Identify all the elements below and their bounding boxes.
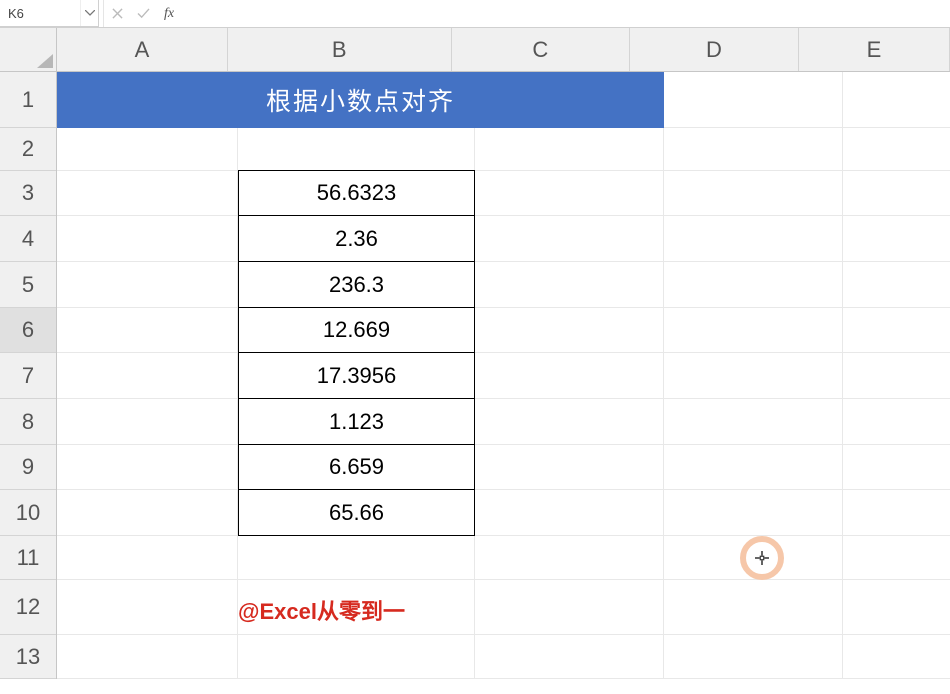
data-cell[interactable]: 65.66 <box>238 489 475 536</box>
gridline-horizontal <box>57 678 950 679</box>
title-text: 根据小数点对齐 <box>266 82 455 118</box>
name-box-dropdown-icon[interactable] <box>80 0 98 26</box>
gridline-horizontal <box>57 215 950 216</box>
data-cell-value: 1.123 <box>329 409 384 435</box>
spreadsheet-grid: ABCDE 12345678910111213 根据小数点对齐56.63232.… <box>0 28 950 694</box>
gridline-horizontal <box>57 170 950 171</box>
column-headers: ABCDE <box>57 28 950 72</box>
row-header-4[interactable]: 4 <box>0 216 56 262</box>
gridline-horizontal <box>57 579 950 580</box>
data-cell-value: 6.659 <box>329 454 384 480</box>
name-box-text: K6 <box>0 6 80 21</box>
gridline-vertical <box>842 72 843 679</box>
cancel-icon[interactable] <box>104 0 130 27</box>
gridline-horizontal <box>57 489 950 490</box>
data-cell-value: 2.36 <box>335 226 378 252</box>
row-headers: 12345678910111213 <box>0 72 57 679</box>
gridline-horizontal <box>57 352 950 353</box>
select-all-corner[interactable] <box>0 28 57 72</box>
gridline-horizontal <box>57 444 950 445</box>
column-header-E[interactable]: E <box>799 28 950 71</box>
row-header-2[interactable]: 2 <box>0 128 56 171</box>
data-cell-value: 56.6323 <box>317 180 397 206</box>
data-cell[interactable]: 56.6323 <box>238 170 475 216</box>
formula-input[interactable] <box>182 0 950 27</box>
data-cell-value: 17.3956 <box>317 363 397 389</box>
data-cell-value: 12.669 <box>323 317 390 343</box>
column-header-C[interactable]: C <box>452 28 630 71</box>
data-cell[interactable]: 12.669 <box>238 307 475 353</box>
row-header-3[interactable]: 3 <box>0 171 56 216</box>
column-header-D[interactable]: D <box>630 28 799 71</box>
gridline-horizontal <box>57 307 950 308</box>
data-cell[interactable]: 1.123 <box>238 398 475 445</box>
data-cell-value: 236.3 <box>329 272 384 298</box>
row-header-10[interactable]: 10 <box>0 490 56 536</box>
attribution-text: @Excel从零到一 <box>238 594 405 626</box>
data-cell-value: 65.66 <box>329 500 384 526</box>
row-header-9[interactable]: 9 <box>0 445 56 490</box>
data-cell[interactable]: 6.659 <box>238 444 475 490</box>
enter-icon[interactable] <box>130 0 156 27</box>
column-header-B[interactable]: B <box>228 28 452 71</box>
row-header-8[interactable]: 8 <box>0 399 56 445</box>
row-header-13[interactable]: 13 <box>0 635 56 679</box>
data-cell[interactable]: 17.3956 <box>238 352 475 399</box>
gridline-vertical <box>663 72 664 679</box>
formula-bar: K6 fx <box>0 0 950 28</box>
row-header-5[interactable]: 5 <box>0 262 56 308</box>
column-header-A[interactable]: A <box>57 28 228 71</box>
cells-area[interactable]: 根据小数点对齐 56.6323 2.36 236.3 12.669 17.3956 1.12… <box>57 72 950 694</box>
gridline-horizontal <box>57 398 950 399</box>
gridline-horizontal <box>57 535 950 536</box>
row-header-6[interactable]: 6 <box>0 308 56 353</box>
name-box[interactable]: K6 <box>0 0 99 27</box>
gridline-horizontal <box>57 634 950 635</box>
row-header-7[interactable]: 7 <box>0 353 56 399</box>
row-header-1[interactable]: 1 <box>0 72 56 128</box>
row-header-12[interactable]: 12 <box>0 580 56 635</box>
row-header-11[interactable]: 11 <box>0 536 56 580</box>
fx-icon[interactable]: fx <box>156 0 182 27</box>
data-cell[interactable]: 2.36 <box>238 215 475 262</box>
title-cell[interactable]: 根据小数点对齐 <box>57 72 664 128</box>
data-cell[interactable]: 236.3 <box>238 261 475 308</box>
gridline-horizontal <box>57 261 950 262</box>
